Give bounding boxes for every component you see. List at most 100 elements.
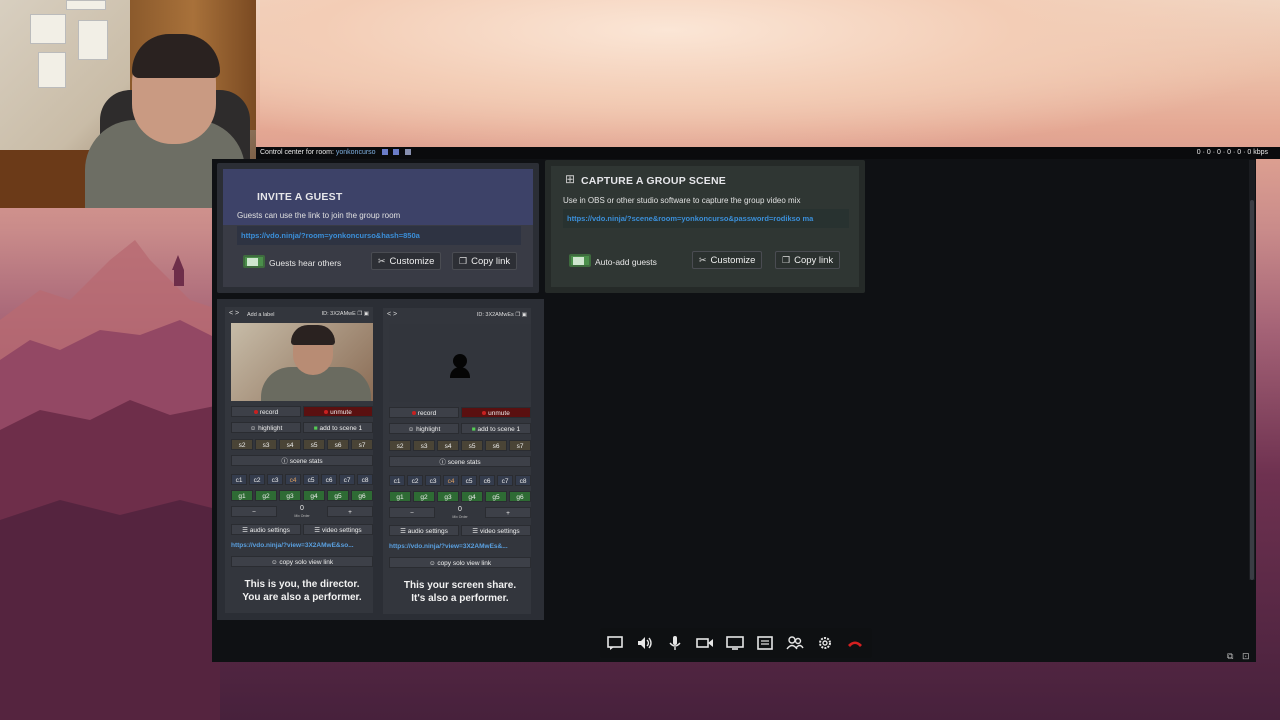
scrollbar-thumb[interactable] bbox=[1250, 200, 1254, 580]
hangup-icon[interactable] bbox=[846, 635, 864, 651]
control-center-label: Control center for room: yonkoncurso bbox=[260, 149, 412, 156]
audio-settings-button[interactable]: ☰ audio settings bbox=[231, 524, 301, 535]
scene-button-s5[interactable]: s5 bbox=[303, 439, 325, 450]
capture-customize-button[interactable]: ✂ Customize bbox=[692, 251, 763, 269]
scene-button-s3[interactable]: s3 bbox=[255, 439, 277, 450]
view-link[interactable]: https://vdo.ninja/?view=3X2AMwEs&... bbox=[389, 543, 508, 550]
microphone-icon[interactable] bbox=[666, 635, 684, 651]
group-button-g5[interactable]: g5 bbox=[485, 491, 507, 502]
channel-button-c8[interactable]: c8 bbox=[357, 474, 373, 485]
group-button-g1[interactable]: g1 bbox=[231, 490, 253, 501]
mix-order-plus-button[interactable]: + bbox=[485, 507, 531, 518]
group-button-g2[interactable]: g2 bbox=[413, 491, 435, 502]
screen-share-card: < > ID: 3X2AMwEs ❐ ▣ record unmute ☺ hig… bbox=[383, 308, 531, 614]
mix-order-minus-button[interactable]: − bbox=[389, 507, 435, 518]
mix-order-plus-button[interactable]: + bbox=[327, 506, 373, 517]
sliders-icon: ☰ bbox=[472, 528, 480, 535]
channel-button-c1[interactable]: c1 bbox=[389, 475, 405, 486]
auto-add-guests-toggle[interactable] bbox=[569, 254, 591, 267]
copy-solo-view-link-button[interactable]: ☺ copy solo view link bbox=[231, 556, 373, 567]
channel-button-c2[interactable]: c2 bbox=[407, 475, 423, 486]
capture-copy-link-button[interactable]: ❐ Copy link bbox=[775, 251, 841, 269]
group-button-g2[interactable]: g2 bbox=[255, 490, 277, 501]
channel-button-c6[interactable]: c6 bbox=[479, 475, 495, 486]
capture-link[interactable]: https://vdo.ninja/?scene&room=yonkoncurs… bbox=[563, 209, 849, 228]
group-button-g6[interactable]: g6 bbox=[509, 491, 531, 502]
unmute-button[interactable]: unmute bbox=[303, 406, 373, 417]
group-button-g5[interactable]: g5 bbox=[327, 490, 349, 501]
video-settings-button[interactable]: ☰ video settings bbox=[303, 524, 373, 535]
director-video-preview[interactable] bbox=[231, 323, 373, 401]
group-button-g3[interactable]: g3 bbox=[437, 491, 459, 502]
channel-button-c4[interactable]: c4 bbox=[285, 474, 301, 485]
channel-button-c7[interactable]: c7 bbox=[497, 475, 513, 486]
scene-button-s3[interactable]: s3 bbox=[413, 440, 435, 451]
group-button-g3[interactable]: g3 bbox=[279, 490, 301, 501]
fullscreen-icon[interactable]: ⊡ bbox=[1242, 651, 1252, 661]
channel-button-c6[interactable]: c6 bbox=[321, 474, 337, 485]
guest-cards-container: < > Add a label ID: 3X2AMwE ❐ ▣ record u… bbox=[217, 299, 544, 620]
group-button-g4[interactable]: g4 bbox=[303, 490, 325, 501]
channel-button-c3[interactable]: c3 bbox=[267, 474, 283, 485]
channel-button-c7[interactable]: c7 bbox=[339, 474, 355, 485]
group-button-g1[interactable]: g1 bbox=[389, 491, 411, 502]
channel-button-c4[interactable]: c4 bbox=[443, 475, 459, 486]
scene-button-s7[interactable]: s7 bbox=[351, 439, 373, 450]
mic-muted-icon bbox=[324, 410, 329, 415]
chat-icon[interactable] bbox=[606, 635, 624, 651]
scene-button-s2[interactable]: s2 bbox=[389, 440, 411, 451]
group-button-g6[interactable]: g6 bbox=[351, 490, 373, 501]
reorder-arrows-icon[interactable]: < > bbox=[387, 311, 397, 318]
view-link[interactable]: https://vdo.ninja/?view=3X2AMwE&so... bbox=[231, 542, 354, 549]
group-button-g4[interactable]: g4 bbox=[461, 491, 483, 502]
channel-button-c1[interactable]: c1 bbox=[231, 474, 247, 485]
invite-link[interactable]: https://vdo.ninja/?room=yonkoncurso&hash… bbox=[237, 226, 521, 245]
scene-button-s4[interactable]: s4 bbox=[437, 440, 459, 451]
scene-button-s7[interactable]: s7 bbox=[509, 440, 531, 451]
channel-button-c5[interactable]: c5 bbox=[303, 474, 319, 485]
speaker-icon[interactable] bbox=[636, 635, 654, 651]
record-button[interactable]: record bbox=[389, 407, 459, 418]
audio-settings-button[interactable]: ☰ audio settings bbox=[389, 525, 459, 536]
screen-share-icon[interactable] bbox=[726, 635, 744, 651]
scrollbar[interactable] bbox=[1249, 160, 1255, 580]
scene-button-s6[interactable]: s6 bbox=[327, 439, 349, 450]
invite-customize-button[interactable]: ✂ Customize bbox=[371, 252, 442, 270]
guests-hear-others-toggle[interactable] bbox=[243, 255, 265, 268]
popout-icon[interactable]: ⧉ bbox=[1227, 651, 1237, 661]
scene-button-s4[interactable]: s4 bbox=[279, 439, 301, 450]
highlight-button[interactable]: ☺ highlight bbox=[389, 423, 459, 434]
add-to-scene-button[interactable]: ■ add to scene 1 bbox=[461, 423, 531, 434]
room-name: yonkoncurso bbox=[335, 149, 376, 156]
scene-stats-button[interactable]: ⓘ scene stats bbox=[231, 455, 373, 466]
sliders-icon: ☰ bbox=[242, 527, 250, 534]
settings-icon[interactable] bbox=[816, 635, 834, 651]
scene-button-s6[interactable]: s6 bbox=[485, 440, 507, 451]
add-label-field[interactable]: Add a label bbox=[247, 312, 275, 318]
channel-button-c5[interactable]: c5 bbox=[461, 475, 477, 486]
channel-button-c3[interactable]: c3 bbox=[425, 475, 441, 486]
channel-button-c8[interactable]: c8 bbox=[515, 475, 531, 486]
reorder-arrows-icon[interactable]: < > bbox=[229, 310, 239, 317]
room-icon[interactable] bbox=[381, 149, 388, 156]
highlight-button[interactable]: ☺ highlight bbox=[231, 422, 301, 433]
scene-stats-button[interactable]: ⓘ scene stats bbox=[389, 456, 531, 467]
unmute-button[interactable]: unmute bbox=[461, 407, 531, 418]
mix-order-minus-button[interactable]: − bbox=[231, 506, 277, 517]
signal-icon[interactable] bbox=[405, 149, 412, 156]
channel-button-c2[interactable]: c2 bbox=[249, 474, 265, 485]
scene-button-s5[interactable]: s5 bbox=[461, 440, 483, 451]
invite-copy-link-button[interactable]: ❐ Copy link bbox=[452, 252, 518, 270]
add-to-scene-button[interactable]: ■ add to scene 1 bbox=[303, 422, 373, 433]
video-settings-button[interactable]: ☰ video settings bbox=[461, 525, 531, 536]
participants-icon[interactable] bbox=[786, 635, 804, 651]
whiteboard-icon[interactable] bbox=[756, 635, 774, 651]
mix-order-value: 0 bbox=[300, 505, 304, 512]
copy-solo-view-link-button[interactable]: ☺ copy solo view link bbox=[389, 557, 531, 568]
scene-button-s2[interactable]: s2 bbox=[231, 439, 253, 450]
camera-icon[interactable] bbox=[696, 635, 714, 651]
auto-add-guests-label: Auto-add guests bbox=[595, 257, 657, 267]
screen-share-video-preview[interactable] bbox=[389, 324, 531, 402]
lock-icon[interactable] bbox=[393, 149, 400, 156]
record-button[interactable]: record bbox=[231, 406, 301, 417]
